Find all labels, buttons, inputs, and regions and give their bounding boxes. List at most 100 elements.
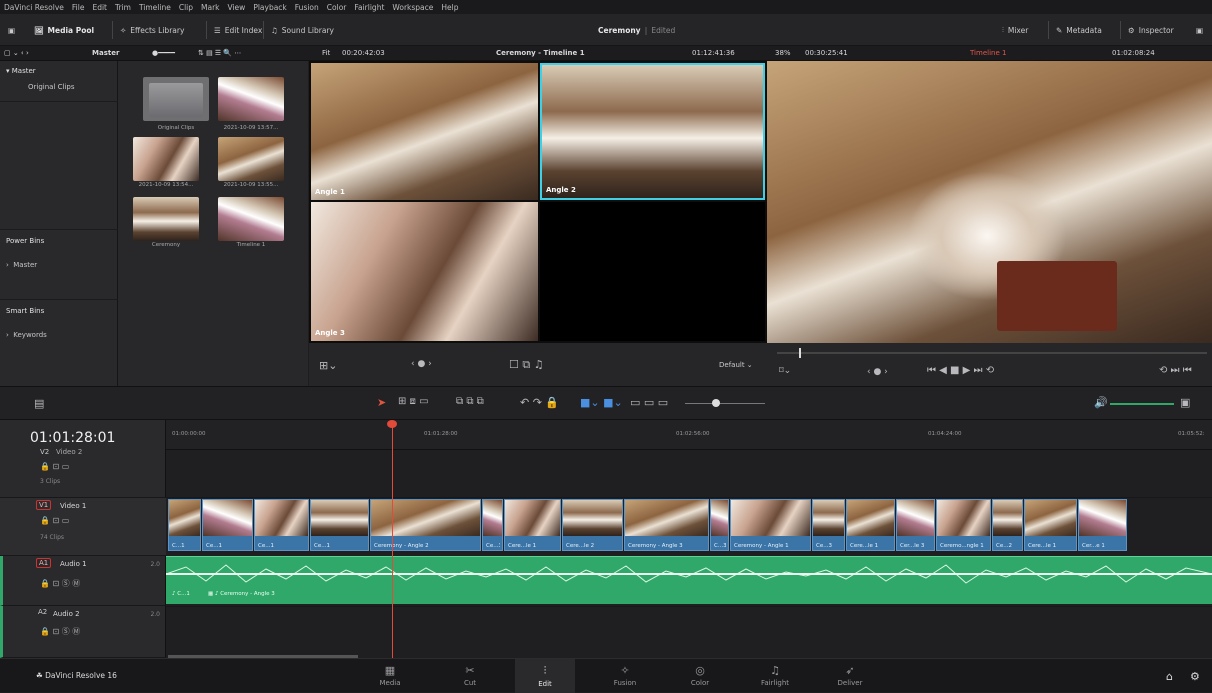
menu-app[interactable]: DaVinci Resolve: [4, 3, 64, 12]
jog-control-icon[interactable]: ‹ ● ›: [411, 359, 432, 369]
zoom-dropdown[interactable]: 38%: [775, 49, 791, 57]
clip-options-icon[interactable]: ⌑⌄: [779, 366, 791, 376]
menu-playback[interactable]: Playback: [253, 3, 286, 12]
menu-timeline[interactable]: Timeline: [139, 3, 171, 12]
menu-clip[interactable]: Clip: [179, 3, 193, 12]
track-badge[interactable]: A1: [36, 558, 52, 568]
timeline-zoom-slider[interactable]: [685, 403, 765, 404]
track-control-icons[interactable]: 🔒 ⊡ Ⓢ Ⓜ: [40, 578, 80, 589]
media-pool-button[interactable]: 🖼 Media Pool: [34, 23, 94, 37]
zoom-mode-icons[interactable]: ▭ ▭ ▭: [630, 396, 668, 409]
layout-icon[interactable]: ▢ ⌄ ‹ ›: [4, 49, 29, 57]
fit-dropdown[interactable]: Fit: [322, 49, 330, 57]
metadata-button[interactable]: ✎ Metadata: [1056, 23, 1102, 37]
selection-tool-icon[interactable]: ➤: [377, 396, 386, 409]
clip-thumbnail[interactable]: [133, 197, 199, 241]
track-control-icons[interactable]: 🔒 ⊡ ▭: [40, 516, 69, 525]
overlay-icons[interactable]: ☐ ⧉ ♫: [509, 358, 544, 372]
video-clip[interactable]: Ce...1: [202, 499, 253, 551]
bin-original-clips[interactable]: Original Clips: [28, 83, 74, 91]
trim-tools-icon[interactable]: ⊞ ⧈ ▭: [398, 396, 429, 407]
video-clip[interactable]: Ceremony - Angle 2: [370, 499, 481, 551]
video-clip[interactable]: Ceremony - Angle 1: [730, 499, 811, 551]
timeline-ruler[interactable]: 01:00:00:00 01:01:28:00 01:02:56:00 01:0…: [166, 420, 1212, 450]
settings-icon[interactable]: ⚙: [1190, 670, 1200, 683]
menu-workspace[interactable]: Workspace: [392, 3, 433, 12]
angle-2-view[interactable]: Angle 2: [540, 63, 765, 200]
video-clip[interactable]: Cere...le 1: [1024, 499, 1077, 551]
clip-thumbnail[interactable]: [218, 197, 284, 241]
multicam-layout-icon[interactable]: ⊞⌄: [319, 359, 337, 372]
video-clip[interactable]: Ce...3: [482, 499, 503, 551]
menu-fusion[interactable]: Fusion: [295, 3, 319, 12]
video-clip[interactable]: Cere...le 1: [504, 499, 561, 551]
timeline-dropdown[interactable]: Timeline 1: [970, 49, 1006, 57]
timeline-scrollbar[interactable]: [168, 655, 358, 658]
bin-master[interactable]: ▾ Master: [6, 67, 36, 75]
sound-library-button[interactable]: ♫ Sound Library: [271, 23, 334, 37]
track-badge[interactable]: V1: [36, 500, 52, 510]
video-clip[interactable]: C...1: [168, 499, 201, 551]
video-clip[interactable]: C...3: [710, 499, 729, 551]
video-clip[interactable]: Ce...1: [310, 499, 369, 551]
flag-marker-icons[interactable]: ■⌄ ■⌄: [580, 396, 623, 409]
menu-mark[interactable]: Mark: [201, 3, 220, 12]
view-options-icon[interactable]: ⇅ ▤ ☰ 🔍 ⋯: [198, 49, 241, 57]
video-clip[interactable]: Cere...le 1: [846, 499, 895, 551]
track-control-icons[interactable]: 🔒 ⊡ Ⓢ Ⓜ: [40, 626, 80, 637]
page-deliver[interactable]: ➶ Deliver: [820, 659, 880, 693]
smart-bin-keywords[interactable]: › Keywords: [6, 331, 47, 339]
clip-thumbnail[interactable]: [133, 137, 199, 181]
jog-control-icon[interactable]: ‹ ● ›: [867, 367, 888, 377]
edit-mode-icons[interactable]: ⧉ ⧉ ⧉: [456, 396, 484, 407]
clip-thumbnail[interactable]: [218, 77, 284, 121]
page-edit[interactable]: ⫶ Edit: [515, 659, 575, 693]
page-color[interactable]: ◎ Color: [670, 659, 730, 693]
home-icon[interactable]: ⌂: [1166, 670, 1173, 683]
audio-clip[interactable]: ♪ C...1 ▦ ♪ Ceremony - Angle 3: [166, 556, 1212, 604]
video-clip[interactable]: Ceremony - Angle 3: [624, 499, 709, 551]
track-control-icons[interactable]: 🔒 ⊡ ▭: [40, 462, 69, 471]
video-clip[interactable]: Cere...le 2: [562, 499, 623, 551]
default-dropdown[interactable]: Default ⌄: [719, 361, 753, 369]
video-clip[interactable]: Cer...e 1: [1078, 499, 1127, 551]
power-bin-master[interactable]: › Master: [6, 261, 37, 269]
page-fairlight[interactable]: ♫ Fairlight: [745, 659, 805, 693]
volume-slider[interactable]: [1110, 403, 1174, 405]
transport-controls[interactable]: ⏮ ◀ ■ ▶ ⏭ ⟲: [927, 365, 994, 376]
menu-view[interactable]: View: [228, 3, 246, 12]
timeline-viewer[interactable]: [767, 61, 1212, 343]
video-clip[interactable]: Ce...3: [812, 499, 845, 551]
angle-3-view[interactable]: Angle 3: [311, 202, 538, 341]
meter-icon[interactable]: ▣: [1180, 396, 1190, 409]
snap-link-icons[interactable]: ↶ ↷ 🔒: [520, 396, 559, 409]
folder-icon[interactable]: [143, 77, 209, 121]
menu-fairlight[interactable]: Fairlight: [354, 3, 384, 12]
menu-edit[interactable]: Edit: [92, 3, 107, 12]
angle-1-view[interactable]: Angle 1: [311, 63, 538, 200]
timeline-view-options-icon[interactable]: ▤: [34, 397, 44, 410]
edit-index-button[interactable]: ☰ Edit Index: [214, 23, 262, 37]
menu-color[interactable]: Color: [327, 3, 347, 12]
scrubber-bar[interactable]: [777, 352, 1207, 354]
video-clip[interactable]: Cer...le 3: [896, 499, 935, 551]
thumbnail-size-slider[interactable]: ●━━━━: [152, 49, 175, 57]
zoom-slider-handle[interactable]: [712, 399, 720, 407]
inspector-button[interactable]: ⚙ Inspector: [1128, 23, 1174, 37]
panel-toggle-icon[interactable]: ▣: [8, 23, 15, 37]
track-badge[interactable]: A2: [36, 608, 49, 616]
mixer-button[interactable]: ⫶ Mixer: [1002, 23, 1028, 37]
effects-library-button[interactable]: ✧ Effects Library: [120, 23, 184, 37]
speaker-icon[interactable]: 🔊: [1094, 396, 1108, 409]
video-clip[interactable]: Ce...2: [992, 499, 1023, 551]
video-clip[interactable]: Ceremo...ngle 1: [936, 499, 991, 551]
playhead[interactable]: [392, 422, 393, 658]
menu-trim[interactable]: Trim: [115, 3, 131, 12]
clip-thumbnail[interactable]: [218, 137, 284, 181]
scrubber-handle[interactable]: [799, 348, 801, 358]
video-clip[interactable]: Ce...1: [254, 499, 309, 551]
page-fusion[interactable]: ✧ Fusion: [595, 659, 655, 693]
menu-help[interactable]: Help: [441, 3, 458, 12]
expand-icon[interactable]: ▣: [1196, 23, 1203, 37]
menu-file[interactable]: File: [72, 3, 85, 12]
